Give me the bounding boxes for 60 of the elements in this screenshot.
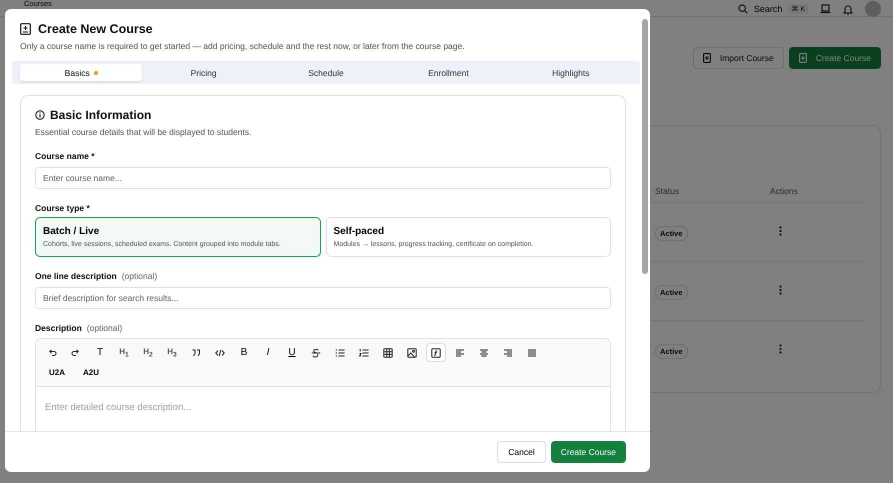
course-name-field[interactable]: Enter course name... [35,167,611,189]
search-button[interactable]: Search [738,4,782,14]
description-placeholder: Enter detailed course description... [45,402,192,413]
function-icon [431,348,441,358]
document-icon [798,53,807,63]
section-title: Basic Information [50,108,152,122]
tab[interactable]: Basics [20,64,142,81]
one-line-description-field[interactable]: Brief description for search results... [35,287,611,309]
justify-icon [527,348,537,358]
page-button[interactable]: Import Course [692,47,784,69]
tab[interactable]: Schedule [264,64,388,81]
toolbar-button[interactable] [426,343,446,362]
field-label: Course name * [35,151,96,161]
column-header: Actions [770,186,799,196]
tab[interactable]: Highlights [510,64,632,81]
document-icon [702,53,711,63]
align-left-icon [455,348,465,358]
option-title: Self-paced [334,226,386,237]
align-center-icon [479,348,489,358]
create-course-button[interactable]: Create Course [550,441,626,463]
tab[interactable]: Pricing [142,64,265,81]
format-button[interactable]: U2A [42,363,72,382]
option-title: Batch / Live [43,226,100,237]
field-label: One line description [35,271,117,281]
format-button[interactable]: U [282,343,302,362]
optional-hint: (optional) [122,271,158,281]
format-button[interactable]: A2U [76,363,106,382]
dialog-title: Create New Course [38,22,153,36]
table-icon [383,348,393,358]
align-right-icon [503,348,513,358]
field-label: Description [35,323,82,333]
dialog-subtitle: Only a course name is required to get started — add pricing, schedule and the rest now, or later from the course page. [20,41,466,51]
bullet-list-icon [335,348,345,358]
tab[interactable]: Enrollment [387,64,510,81]
more-icon[interactable] [779,285,782,295]
laptop-icon[interactable] [820,4,831,14]
scrollbar-thumb[interactable] [642,19,648,274]
field-label: Course type * [35,203,91,213]
format-button[interactable]: I [258,343,278,362]
undo-icon [47,348,57,358]
image-icon [407,348,417,358]
search-icon [738,4,748,14]
strikethrough-icon [311,348,321,358]
quote-icon [191,348,201,358]
format-button[interactable]: B [234,343,254,362]
optional-hint: (optional) [86,323,122,333]
code-icon [215,348,225,358]
format-button[interactable]: H$_{2}$ [138,343,158,362]
redo-icon [71,348,81,358]
bell-icon[interactable] [843,4,853,14]
format-button[interactable]: H$_{3}$ [162,343,182,362]
column-header: Status [655,186,680,196]
info-icon [35,110,45,120]
format-button[interactable]: T [90,343,110,362]
section-subtitle: Essential course details that will be displayed to students. [35,127,252,137]
cancel-button[interactable]: Cancel [497,441,546,463]
more-icon[interactable] [779,226,782,236]
more-icon[interactable] [779,344,782,354]
format-button[interactable]: H$_{1}$ [114,343,134,362]
numbered-list-icon [359,348,369,358]
